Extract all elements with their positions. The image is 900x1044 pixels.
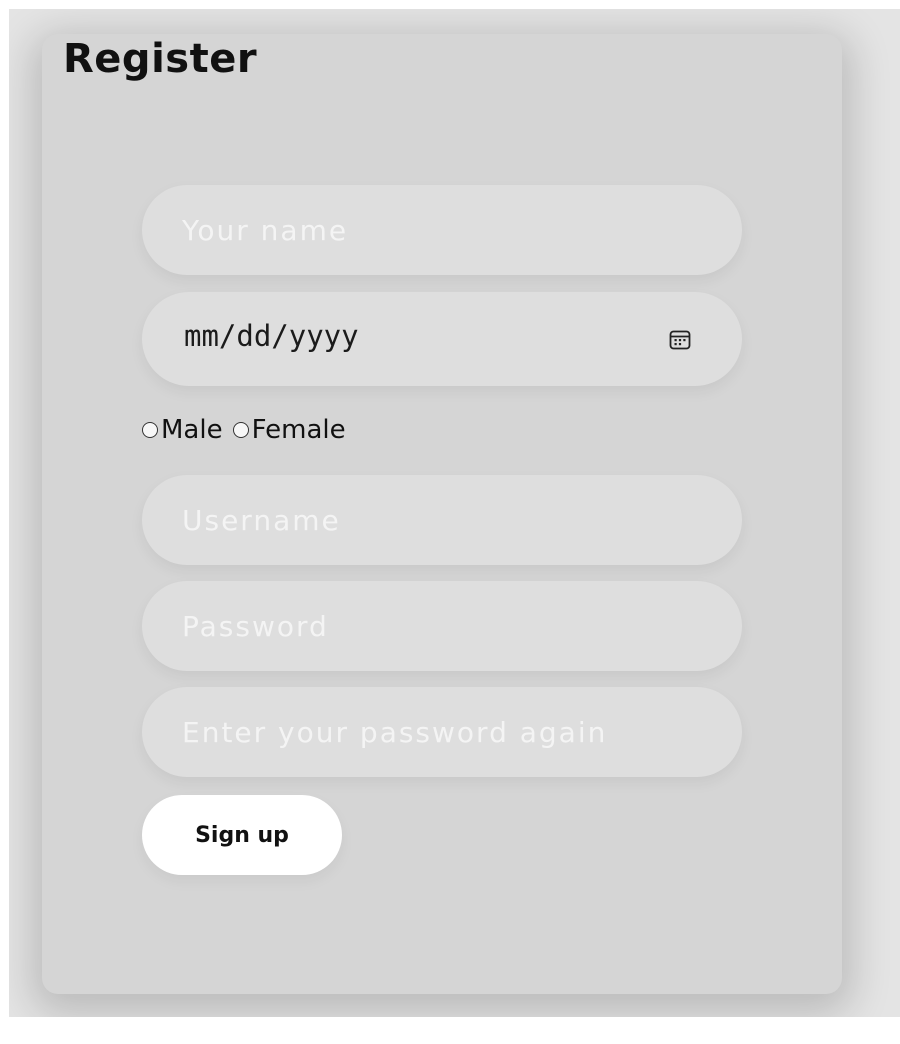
gender-radio-group: Male Female bbox=[142, 412, 356, 448]
radio-unchecked-icon[interactable] bbox=[232, 422, 249, 438]
gender-label-male: Male bbox=[161, 415, 223, 445]
radio-unchecked-icon[interactable] bbox=[142, 422, 158, 438]
calendar-icon[interactable] bbox=[668, 328, 692, 352]
name-input[interactable] bbox=[142, 185, 742, 275]
register-card: Register mm/dd/yyyy Male Female bbox=[42, 34, 842, 994]
date-placeholder: mm/dd/yyyy bbox=[184, 319, 359, 353]
gender-option-male[interactable]: Male bbox=[142, 415, 223, 445]
password-input[interactable] bbox=[142, 581, 742, 671]
page-title: Register bbox=[63, 36, 258, 82]
gender-option-female[interactable]: Female bbox=[232, 415, 346, 445]
gender-label-female: Female bbox=[251, 415, 346, 445]
confirm-password-input[interactable] bbox=[142, 687, 742, 777]
sign-up-button[interactable]: Sign up bbox=[142, 795, 342, 875]
birthdate-input[interactable]: mm/dd/yyyy bbox=[142, 292, 742, 386]
username-input[interactable] bbox=[142, 475, 742, 565]
page-viewport: Register mm/dd/yyyy Male Female bbox=[9, 9, 900, 1017]
